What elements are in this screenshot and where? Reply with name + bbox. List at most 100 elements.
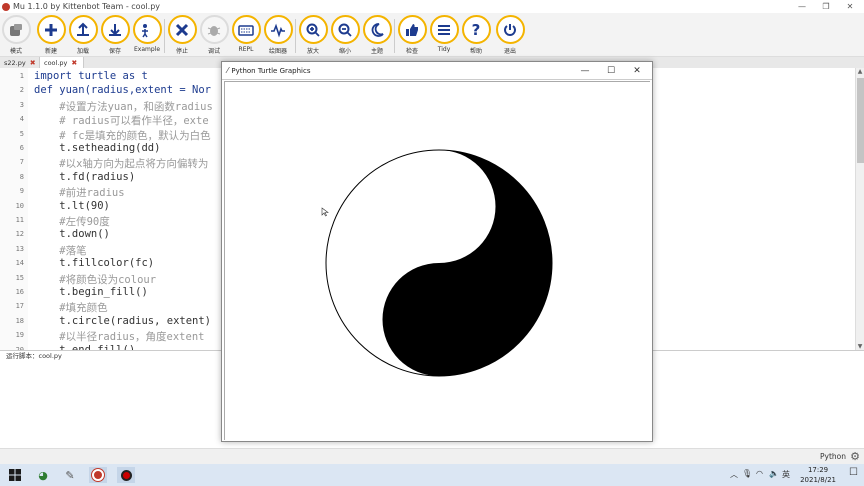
- line-number: 13: [15, 244, 24, 253]
- turtle-graphics-window[interactable]: ⁄ Python Turtle Graphics — ☐ ✕: [221, 61, 653, 442]
- load-button[interactable]: 加载: [67, 15, 99, 55]
- yin-yang-drawing: [321, 149, 553, 377]
- code-line[interactable]: # fc是填充的颜色，默认为白色: [34, 128, 210, 143]
- zoom-in-button[interactable]: 放大: [297, 15, 329, 55]
- microphone-icon[interactable]: 🎙: [742, 469, 752, 478]
- code-line[interactable]: #填充颜色: [34, 300, 107, 315]
- example-icon: [132, 15, 162, 44]
- code-line[interactable]: t.begin_fill(): [34, 286, 148, 298]
- line-number: 9: [19, 187, 24, 196]
- line-number: 14: [15, 259, 24, 268]
- line-number-gutter: 1 2 3 4 5 6 7 8 9 10 11 12 13 14 15 16 17 18 19 20: [0, 68, 28, 350]
- repl-button[interactable]: REPL: [230, 15, 262, 53]
- notification-icon[interactable]: ☐: [849, 467, 858, 478]
- thumbs-up-icon: [397, 15, 427, 44]
- line-number: 7: [19, 158, 24, 167]
- code-line[interactable]: #将颜色设为colour: [34, 272, 156, 287]
- load-icon: [68, 15, 98, 44]
- close-tab-icon[interactable]: ✖: [30, 59, 36, 67]
- code-line[interactable]: #以半径radius，角度extent: [34, 329, 204, 344]
- windows-taskbar: ◕ ✎ ︿ 🎙 ◠ 🔈 英 17:29 2021/8/21 ☐: [0, 464, 864, 486]
- mu-editor-icon[interactable]: [89, 467, 107, 483]
- check-button[interactable]: 检查: [396, 15, 428, 55]
- tab-s22[interactable]: s22.py ✖: [0, 57, 40, 68]
- stop-icon: [167, 15, 197, 44]
- code-line[interactable]: t.fillcolor(fc): [34, 257, 154, 269]
- tidy-button[interactable]: Tidy: [428, 15, 460, 53]
- windows-start-icon[interactable]: [7, 467, 23, 483]
- editor-scrollbar[interactable]: ▲ ▼: [855, 68, 864, 350]
- code-line[interactable]: #左传90度: [34, 214, 109, 229]
- line-number: 15: [15, 273, 24, 282]
- line-number: 2: [19, 86, 24, 95]
- mode-indicator[interactable]: Python: [820, 452, 846, 461]
- turtle-minimize-button[interactable]: —: [572, 63, 598, 79]
- line-number: 19: [15, 331, 24, 340]
- turtle-close-button[interactable]: ✕: [624, 63, 650, 79]
- plotter-button[interactable]: 绘图器: [262, 15, 294, 55]
- gear-icon[interactable]: ⚙: [850, 450, 860, 463]
- turtle-window-title: Python Turtle Graphics: [231, 66, 311, 75]
- save-icon: [100, 15, 130, 44]
- status-bar: Python ⚙: [0, 448, 864, 464]
- code-line[interactable]: #落笔: [34, 243, 86, 258]
- mouse-cursor-icon: [321, 207, 329, 217]
- help-button[interactable]: ? 帮助: [460, 15, 492, 55]
- quit-button[interactable]: 退出: [494, 15, 526, 55]
- new-button[interactable]: 新建: [35, 15, 67, 55]
- code-line[interactable]: t.fd(radius): [34, 171, 135, 183]
- example-button[interactable]: Example: [131, 15, 163, 53]
- code-line[interactable]: def yuan(radius,extent = Nor: [34, 84, 211, 96]
- line-number: 8: [19, 172, 24, 181]
- code-line[interactable]: # radius可以看作半径，exte: [34, 113, 208, 128]
- turtle-canvas[interactable]: [224, 81, 650, 440]
- tab-cool[interactable]: cool.py ✖: [40, 57, 84, 68]
- turtle-title-bar[interactable]: ⁄ Python Turtle Graphics — ☐ ✕: [222, 62, 652, 80]
- maximize-button[interactable]: ❐: [814, 0, 838, 13]
- debug-button[interactable]: 调试: [198, 15, 230, 55]
- yin-yang-black-dot: [400, 298, 436, 334]
- volume-icon[interactable]: 🔈: [769, 469, 779, 478]
- zoom-out-button[interactable]: 缩小: [329, 15, 361, 55]
- close-tab-icon[interactable]: ✖: [71, 59, 77, 67]
- close-button[interactable]: ✕: [838, 0, 862, 13]
- browser-icon[interactable]: ◕: [35, 467, 51, 483]
- line-number: 18: [15, 316, 24, 325]
- line-number: 17: [15, 302, 24, 311]
- theme-button[interactable]: 主题: [361, 15, 393, 55]
- zoom-out-icon: [330, 15, 360, 44]
- toolbar: 模式 新建 加载 保存 Example 停止 调试 REPL 绘图器 放大 缩小: [0, 13, 864, 57]
- ime-indicator[interactable]: 英: [782, 469, 790, 480]
- tray-chevron-icon[interactable]: ︿: [730, 469, 738, 480]
- scrollbar-thumb[interactable]: [857, 78, 864, 163]
- code-line[interactable]: t.lt(90): [34, 200, 110, 212]
- code-line[interactable]: #设置方法yuan，和函数radius: [34, 99, 213, 114]
- wifi-icon[interactable]: ◠: [756, 469, 763, 478]
- minimize-button[interactable]: —: [790, 0, 814, 13]
- turtle-maximize-button[interactable]: ☐: [598, 63, 624, 79]
- code-line[interactable]: t.down(): [34, 228, 110, 240]
- moon-icon: [362, 15, 392, 44]
- scroll-up-icon[interactable]: ▲: [856, 68, 864, 75]
- mode-button[interactable]: 模式: [0, 15, 32, 55]
- keyboard-icon: [231, 15, 261, 44]
- line-number: 6: [19, 144, 24, 152]
- line-number: 16: [15, 288, 24, 296]
- turtle-app-icon[interactable]: [117, 467, 135, 483]
- power-icon: [495, 15, 525, 44]
- mode-icon: [1, 15, 31, 44]
- code-line[interactable]: #前进radius: [34, 185, 124, 200]
- code-line[interactable]: t.setheading(dd): [34, 142, 160, 154]
- python-idle-icon[interactable]: ✎: [62, 467, 78, 483]
- code-line[interactable]: t.circle(radius, extent): [34, 315, 211, 327]
- help-icon: ?: [461, 15, 491, 44]
- scroll-down-icon[interactable]: ▼: [856, 343, 864, 350]
- code-line[interactable]: import turtle as t: [34, 70, 148, 82]
- code-line[interactable]: #以x轴方向为起点将方向偏转为: [34, 156, 208, 171]
- line-number: 4: [19, 115, 24, 124]
- feather-icon: ⁄: [227, 66, 229, 75]
- save-button[interactable]: 保存: [99, 15, 131, 55]
- zoom-in-icon: [298, 15, 328, 44]
- taskbar-clock[interactable]: 17:29 2021/8/21: [800, 465, 836, 485]
- stop-button[interactable]: 停止: [166, 15, 198, 55]
